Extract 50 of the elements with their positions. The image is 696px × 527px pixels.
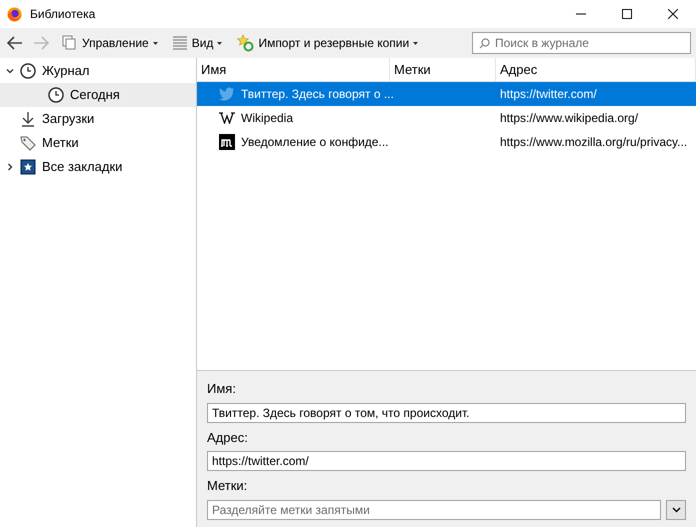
w-letter-icon: [219, 110, 235, 126]
sidebar-item[interactable]: Метки: [0, 131, 196, 155]
table-cell-text: https://www.wikipedia.org/: [499, 110, 638, 127]
table-cell-text: Твиттер. Здесь говорят о ...: [241, 86, 394, 103]
clock-icon: [48, 87, 64, 103]
toolbar-menu-button[interactable]: Вид: [168, 31, 226, 55]
forward-arrow-icon: [33, 36, 49, 50]
column-header[interactable]: Адрес: [496, 58, 696, 81]
text-field[interactable]: https://twitter.com/: [207, 451, 686, 471]
bird-icon: [219, 87, 235, 101]
field-label: Имя:: [207, 380, 237, 398]
dropdown-caret-icon: [413, 42, 418, 44]
chevron-down-icon: [672, 506, 680, 512]
column-header[interactable]: Имя: [197, 58, 390, 81]
maximize-icon: [622, 9, 632, 19]
column-header[interactable]: Метки: [390, 58, 496, 81]
back-arrow-icon: [7, 36, 23, 50]
window-title: Библиотека: [30, 6, 96, 23]
sidebar-item[interactable]: Загрузки: [0, 107, 196, 131]
sidebar-item[interactable]: Журнал: [0, 59, 196, 83]
table-row[interactable]: Уведомление о конфиде... https://www.mozilla.org/ru/privacy...: [197, 130, 696, 154]
dropdown-caret-icon: [152, 42, 158, 44]
list-icon: [172, 35, 188, 51]
table-cell-text: https://twitter.com/: [499, 86, 597, 103]
table-row[interactable]: Твиттер. Здесь говорят о ... https://twitter.com/: [197, 82, 696, 106]
field-label: Адрес:: [207, 428, 249, 447]
sidebar-item[interactable]: Сегодня: [0, 83, 196, 107]
table-cell-text: Wikipedia: [241, 110, 294, 127]
tag-icon: [20, 135, 36, 151]
text-field[interactable]: Разделяйте метки запятыми: [207, 500, 661, 520]
field-label: Метки:: [207, 477, 248, 495]
close-icon: [668, 9, 678, 19]
toolbar-menu-button[interactable]: Управление: [58, 31, 162, 55]
star-sync-icon: [236, 34, 254, 52]
browser-logo-icon: [7, 6, 22, 22]
table-row[interactable]: Wikipedia https://www.wikipedia.org/: [197, 106, 696, 130]
table-cell-text: Уведомление о конфиде...: [241, 134, 388, 151]
table-cell-text: https://www.mozilla.org/ru/privacy...: [499, 134, 688, 151]
clock-icon: [20, 63, 36, 79]
toolbar-menu-button[interactable]: Импорт и резервные копии: [232, 31, 422, 55]
dropdown-button[interactable]: [666, 500, 686, 520]
search-icon: [479, 38, 490, 49]
dropdown-caret-icon: [217, 42, 222, 44]
sidebar-item[interactable]: Все закладки: [0, 155, 196, 179]
text-field[interactable]: Твиттер. Здесь говорят о том, что происходит.: [207, 402, 686, 422]
pages-icon: [62, 35, 78, 51]
m-tile-icon: [219, 134, 235, 150]
search-field[interactable]: Поиск в журнале: [472, 32, 691, 54]
download-icon: [20, 111, 36, 127]
star-book-icon: [20, 159, 36, 175]
